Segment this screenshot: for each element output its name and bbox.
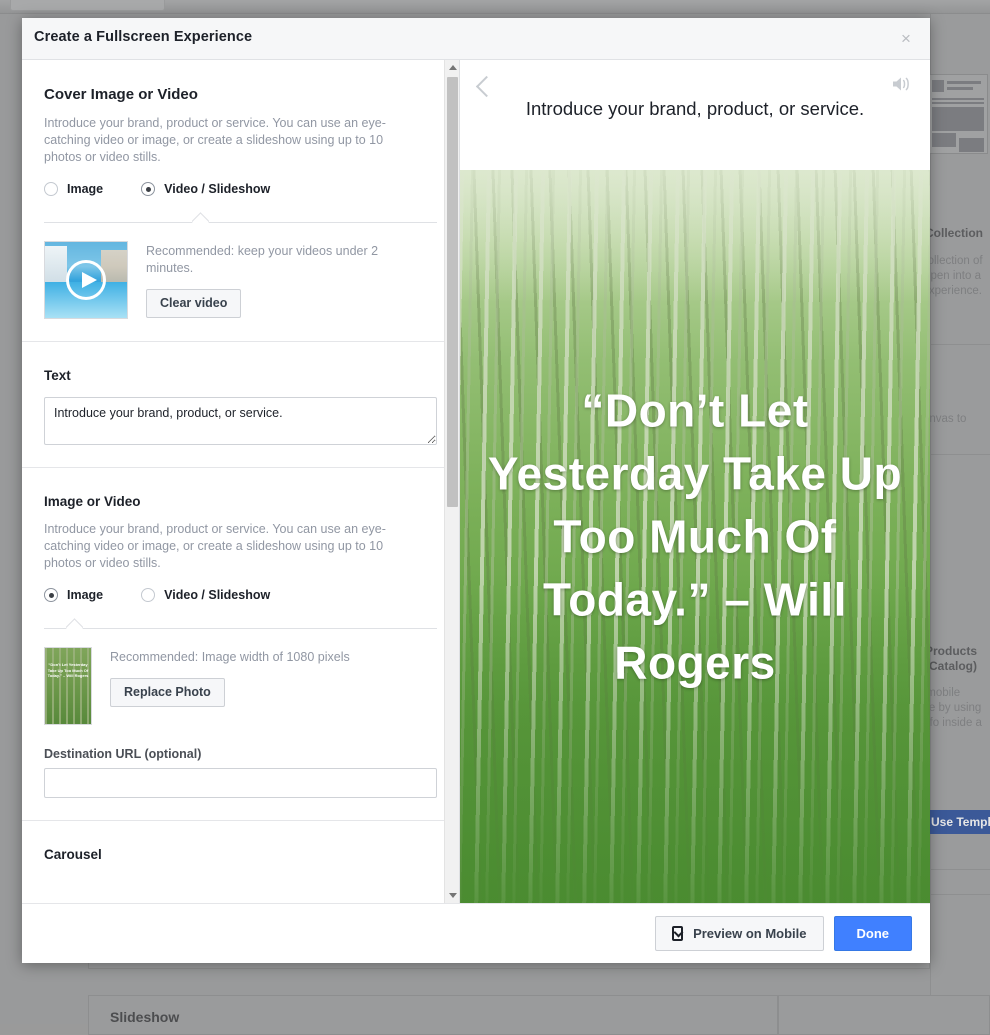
slideshow-panel (88, 995, 778, 1035)
create-fullscreen-experience-dialog: Create a Fullscreen Experience × Cover I… (22, 18, 930, 963)
destination-url-input[interactable] (44, 768, 437, 798)
selected-option-caret-rule (44, 210, 437, 223)
mobile-phone-icon (672, 926, 683, 941)
preview-quote-overlay: “Don’t Let Yesterday Take Up Too Much Of… (460, 379, 930, 694)
section-image-or-video: Image or Video Introduce your brand, pro… (22, 468, 459, 821)
caret-icon (192, 211, 209, 223)
chevron-left-icon[interactable] (474, 74, 494, 100)
close-icon[interactable]: × (894, 26, 918, 50)
collection-card-thumbnail (926, 74, 988, 154)
background-divider-2 (931, 454, 990, 455)
form-scrollbar[interactable] (444, 60, 459, 903)
radio-cover-image[interactable]: Image (44, 182, 103, 196)
background-divider-3 (931, 869, 990, 870)
cover-type-radio-group: Image Video / Slideshow (44, 182, 437, 196)
section-cover-image-or-video: Cover Image or Video Introduce your bran… (22, 60, 459, 342)
image-thumbnail[interactable]: “Don’t Let Yesterday Take Up Too Much Of… (44, 647, 92, 725)
radio-media-image[interactable]: Image (44, 588, 103, 602)
radio-cover-video-slideshow[interactable]: Video / Slideshow (141, 182, 270, 196)
preview-pane: Introduce your brand, product, or servic… (460, 60, 930, 903)
browser-tab (10, 0, 165, 11)
slideshow-side-panel (778, 995, 990, 1035)
image-media-row: “Don’t Let Yesterday Take Up Too Much Of… (44, 647, 437, 725)
preview-on-mobile-button[interactable]: Preview on Mobile (655, 916, 823, 951)
preview-on-mobile-label: Preview on Mobile (693, 927, 806, 940)
section-title: Image or Video (44, 494, 437, 509)
products-card-title: Products (Catalog) (925, 644, 990, 674)
radio-icon-selected (141, 182, 155, 196)
dialog-title: Create a Fullscreen Experience (34, 29, 252, 45)
radio-label: Video / Slideshow (164, 182, 270, 196)
background-right-column: Collection Feature a collection of items… (930, 14, 990, 1024)
thumbnail-quote-text: “Don’t Let Yesterday Take Up Too Much Of… (47, 662, 89, 679)
radio-icon (44, 182, 58, 196)
clear-video-button[interactable]: Clear video (146, 289, 241, 318)
caret-icon (66, 617, 83, 629)
play-icon (66, 260, 106, 300)
section-description: Introduce your brand, product or service… (44, 521, 404, 572)
scrollbar-thumb[interactable] (447, 77, 458, 507)
section-title: Text (44, 368, 437, 383)
destination-url-label: Destination URL (optional) (44, 747, 437, 761)
done-button[interactable]: Done (834, 916, 913, 951)
preview-image: “Don’t Let Yesterday Take Up Too Much Of… (460, 170, 930, 903)
replace-photo-button[interactable]: Replace Photo (110, 678, 225, 707)
dialog-footer: Preview on Mobile Done (22, 903, 930, 963)
cover-text-input[interactable] (44, 397, 437, 445)
section-carousel: Carousel (22, 821, 459, 896)
radio-label: Image (67, 182, 103, 196)
background-divider-4 (931, 894, 990, 895)
radio-label: Video / Slideshow (164, 588, 270, 602)
use-template-button[interactable]: Use Template (923, 810, 990, 834)
preview-header: Introduce your brand, product, or servic… (460, 60, 930, 170)
speaker-icon[interactable] (890, 74, 912, 94)
selected-option-caret-rule (44, 616, 437, 629)
preview-headline: Introduce your brand, product, or servic… (460, 98, 930, 120)
form-scroll-area[interactable]: Cover Image or Video Introduce your bran… (22, 60, 459, 903)
section-description: Introduce your brand, product or service… (44, 115, 404, 166)
section-text: Text (22, 342, 459, 468)
section-title: Carousel (44, 847, 437, 862)
image-recommendation-text: Recommended: Image width of 1080 pixels (110, 649, 370, 666)
slideshow-title: Slideshow (110, 1009, 179, 1025)
scroll-up-icon[interactable] (445, 60, 460, 75)
video-thumbnail[interactable] (44, 241, 128, 319)
dialog-body: Cover Image or Video Introduce your bran… (22, 60, 930, 903)
section-title: Cover Image or Video (44, 86, 437, 103)
radio-icon (141, 588, 155, 602)
form-pane: Cover Image or Video Introduce your bran… (22, 60, 460, 903)
radio-media-video-slideshow[interactable]: Video / Slideshow (141, 588, 270, 602)
collection-card-title: Collection (925, 226, 990, 241)
background-divider (931, 344, 990, 345)
cover-media-row: Recommended: keep your videos under 2 mi… (44, 241, 437, 319)
scroll-down-icon[interactable] (445, 888, 460, 903)
video-recommendation-text: Recommended: keep your videos under 2 mi… (146, 243, 406, 277)
radio-label: Image (67, 588, 103, 602)
dialog-header: Create a Fullscreen Experience × (22, 18, 930, 60)
media-type-radio-group: Image Video / Slideshow (44, 588, 437, 602)
radio-icon-selected (44, 588, 58, 602)
